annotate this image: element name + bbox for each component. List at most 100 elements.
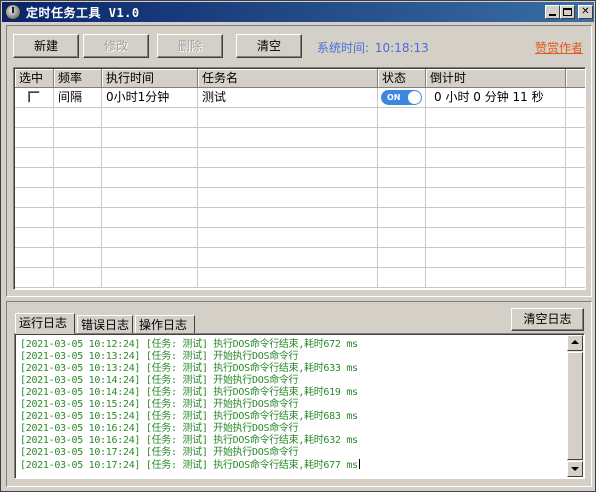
empty-row <box>15 208 585 228</box>
column-header-selected[interactable]: 选中 <box>15 69 54 88</box>
empty-cell <box>198 188 378 208</box>
empty-cell <box>102 168 198 188</box>
log-line: [2021-03-05 10:14:24] [任务: 测试] 开始执行DOS命令… <box>20 375 565 387</box>
empty-cell <box>54 168 102 188</box>
column-header-frequency[interactable]: 频率 <box>54 69 102 88</box>
task-grid: 选中 频率 执行时间 任务名 状态 倒计时 间隔 0小时1分钟 测试 ON 0 小时 0… <box>13 67 586 290</box>
cell-frequency: 间隔 <box>54 88 102 108</box>
empty-cell <box>198 248 378 268</box>
donate-link[interactable]: 赞赏作者 <box>535 39 583 56</box>
toggle-knob <box>408 91 421 104</box>
grid-header: 选中 频率 执行时间 任务名 状态 倒计时 <box>15 69 585 88</box>
empty-cell <box>15 268 54 288</box>
empty-cell <box>54 248 102 268</box>
empty-cell <box>378 248 426 268</box>
scroll-down-icon[interactable] <box>567 461 583 477</box>
log-line-text: [2021-03-05 10:13:24] [任务: 测试] 开始执行DOS命令… <box>20 351 299 362</box>
empty-cell <box>15 168 54 188</box>
table-row[interactable]: 间隔 0小时1分钟 测试 ON 0 小时 0 分钟 11 秒 <box>15 88 585 108</box>
empty-row <box>15 248 585 268</box>
title-bar[interactable]: 定时任务工具 V1.0 ✕ <box>2 2 594 22</box>
empty-row <box>15 168 585 188</box>
text-caret <box>358 459 360 469</box>
empty-row <box>15 148 585 168</box>
scroll-thumb[interactable] <box>567 352 583 460</box>
empty-cell <box>378 148 426 168</box>
empty-cell <box>198 108 378 128</box>
close-button[interactable]: ✕ <box>578 5 593 19</box>
empty-cell <box>378 208 426 228</box>
main-window: 定时任务工具 V1.0 ✕ 新建 修改 删除 清空 系统时间: 10:18:13… <box>0 0 596 492</box>
empty-cell <box>15 148 54 168</box>
task-panel: 新建 修改 删除 清空 系统时间: 10:18:13 赞赏作者 选中 频率 执行… <box>6 25 592 297</box>
column-header-task-name[interactable]: 任务名 <box>198 69 378 88</box>
empty-cell <box>378 188 426 208</box>
empty-cell <box>15 108 54 128</box>
system-time-value: 10:18:13 <box>374 41 429 55</box>
empty-cell <box>426 228 566 248</box>
log-line-text: [2021-03-05 10:12:24] [任务: 测试] 执行DOS命令行结… <box>20 339 358 350</box>
column-header-countdown[interactable]: 倒计时 <box>426 69 566 88</box>
tab-run-log[interactable]: 运行日志 <box>15 313 75 334</box>
empty-cell <box>378 128 426 148</box>
empty-cell <box>426 168 566 188</box>
column-header-exec-time[interactable]: 执行时间 <box>102 69 198 88</box>
log-line: [2021-03-05 10:14:24] [任务: 测试] 执行DOS命令行结… <box>20 387 565 399</box>
log-line-text: [2021-03-05 10:14:24] [任务: 测试] 开始执行DOS命令… <box>20 375 299 386</box>
empty-cell <box>102 108 198 128</box>
empty-cell <box>54 108 102 128</box>
cell-countdown: 0 小时 0 分钟 11 秒 <box>426 88 566 108</box>
empty-cell <box>426 188 566 208</box>
column-header-status[interactable]: 状态 <box>378 69 426 88</box>
empty-cell <box>15 128 54 148</box>
delete-task-button[interactable]: 删除 <box>157 34 223 58</box>
minimize-button[interactable] <box>545 5 560 19</box>
empty-cell <box>378 268 426 288</box>
status-toggle[interactable]: ON <box>381 90 422 105</box>
toggle-label: ON <box>387 93 401 102</box>
new-task-button[interactable]: 新建 <box>13 34 79 58</box>
empty-cell <box>54 268 102 288</box>
log-line: [2021-03-05 10:17:24] [任务: 测试] 执行DOS命令行结… <box>20 459 565 471</box>
column-header-filler <box>566 69 585 88</box>
clear-tasks-button[interactable]: 清空 <box>236 34 302 58</box>
empty-cell <box>54 128 102 148</box>
empty-cell <box>102 188 198 208</box>
log-line: [2021-03-05 10:12:24] [任务: 测试] 执行DOS命令行结… <box>20 339 565 351</box>
log-line-text: [2021-03-05 10:17:24] [任务: 测试] 执行DOS命令行结… <box>20 460 358 471</box>
empty-cell <box>15 208 54 228</box>
empty-row <box>15 108 585 128</box>
log-line-text: [2021-03-05 10:16:24] [任务: 测试] 开始执行DOS命令… <box>20 423 299 434</box>
system-time-label: 系统时间: <box>317 41 370 55</box>
empty-cell <box>426 148 566 168</box>
empty-cell <box>102 248 198 268</box>
empty-cell <box>198 148 378 168</box>
scroll-up-icon[interactable] <box>567 335 583 351</box>
empty-cell <box>198 208 378 228</box>
edit-task-button[interactable]: 修改 <box>83 34 149 58</box>
empty-row <box>15 268 585 288</box>
log-textarea[interactable]: [2021-03-05 10:12:24] [任务: 测试] 执行DOS命令行结… <box>14 333 585 479</box>
log-line: [2021-03-05 10:13:24] [任务: 测试] 开始执行DOS命令… <box>20 351 565 363</box>
log-line-text: [2021-03-05 10:14:24] [任务: 测试] 执行DOS命令行结… <box>20 387 358 398</box>
tab-operation-log[interactable]: 操作日志 <box>135 315 195 334</box>
empty-cell <box>198 168 378 188</box>
log-scrollbar[interactable] <box>567 335 583 477</box>
tab-error-log[interactable]: 错误日志 <box>77 315 133 334</box>
log-line-text: [2021-03-05 10:16:24] [任务: 测试] 执行DOS命令行结… <box>20 435 358 446</box>
clock-app-icon <box>5 4 21 20</box>
empty-cell <box>426 248 566 268</box>
cell-selected <box>15 88 54 108</box>
maximize-button[interactable] <box>560 5 575 19</box>
window-title: 定时任务工具 V1.0 <box>26 6 140 20</box>
log-line-text: [2021-03-05 10:13:24] [任务: 测试] 执行DOS命令行结… <box>20 363 358 374</box>
log-line: [2021-03-05 10:16:24] [任务: 测试] 开始执行DOS命令… <box>20 423 565 435</box>
empty-cell <box>426 268 566 288</box>
log-line: [2021-03-05 10:13:24] [任务: 测试] 执行DOS命令行结… <box>20 363 565 375</box>
empty-cell <box>426 208 566 228</box>
system-time: 系统时间: 10:18:13 <box>317 39 429 56</box>
log-line: [2021-03-05 10:15:24] [任务: 测试] 执行DOS命令行结… <box>20 411 565 423</box>
log-line-text: [2021-03-05 10:17:24] [任务: 测试] 开始执行DOS命令… <box>20 447 299 458</box>
row-select-checkbox[interactable] <box>28 91 40 103</box>
clear-log-button[interactable]: 清空日志 <box>511 308 584 331</box>
